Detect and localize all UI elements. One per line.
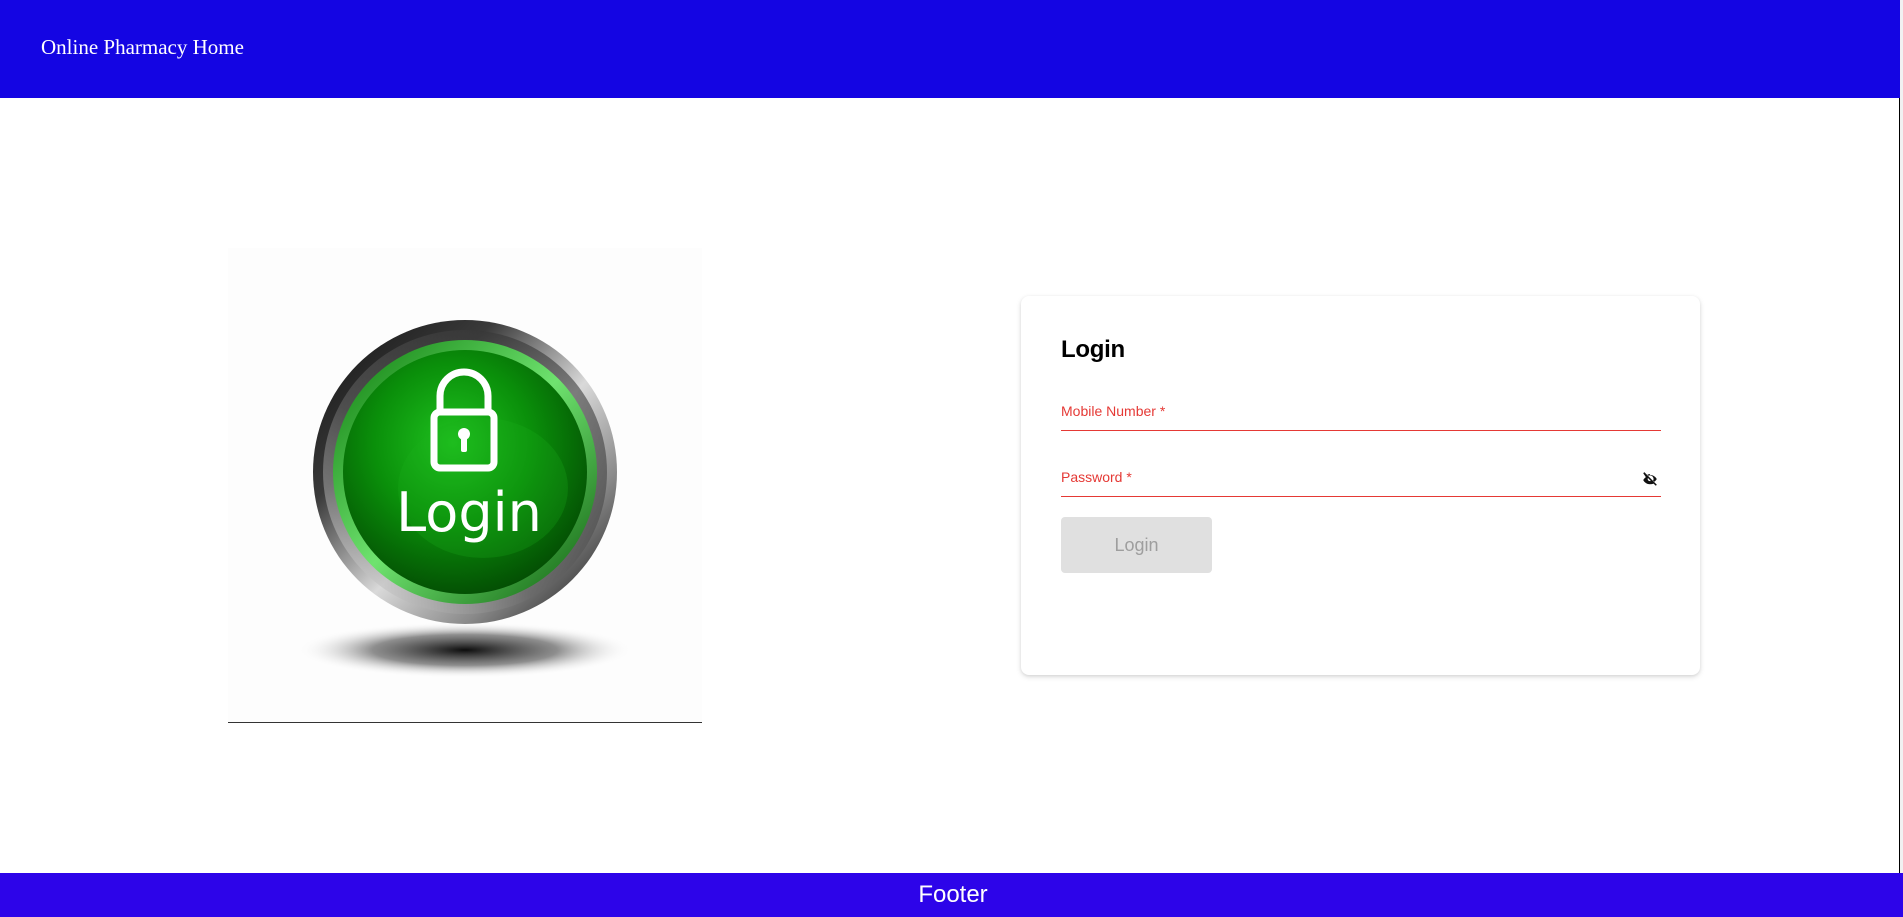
header-bar: Online Pharmacy Home	[0, 0, 1900, 98]
mobile-number-input[interactable]	[1061, 400, 1665, 430]
login-badge-graphic: Login	[297, 320, 633, 678]
footer-text: Footer	[918, 881, 988, 908]
password-field: Password *	[1061, 466, 1665, 497]
badge-label: Login	[396, 481, 542, 544]
login-title: Login	[1061, 336, 1125, 363]
eye-off-icon[interactable]	[1641, 470, 1659, 488]
mobile-number-field: Mobile Number *	[1061, 400, 1665, 431]
keyhole-slot	[461, 434, 467, 452]
login-button[interactable]: Login	[1061, 517, 1212, 573]
home-link[interactable]: Online Pharmacy Home	[41, 35, 244, 60]
drop-shadow	[297, 622, 633, 678]
password-input[interactable]	[1061, 466, 1665, 496]
login-card: Login Mobile Number * Password * Login	[1021, 296, 1700, 675]
footer-bar: Footer	[0, 873, 1903, 917]
login-illustration: Login	[228, 248, 702, 723]
page: Online Pharmacy Home Login Login Mobile …	[0, 0, 1903, 917]
